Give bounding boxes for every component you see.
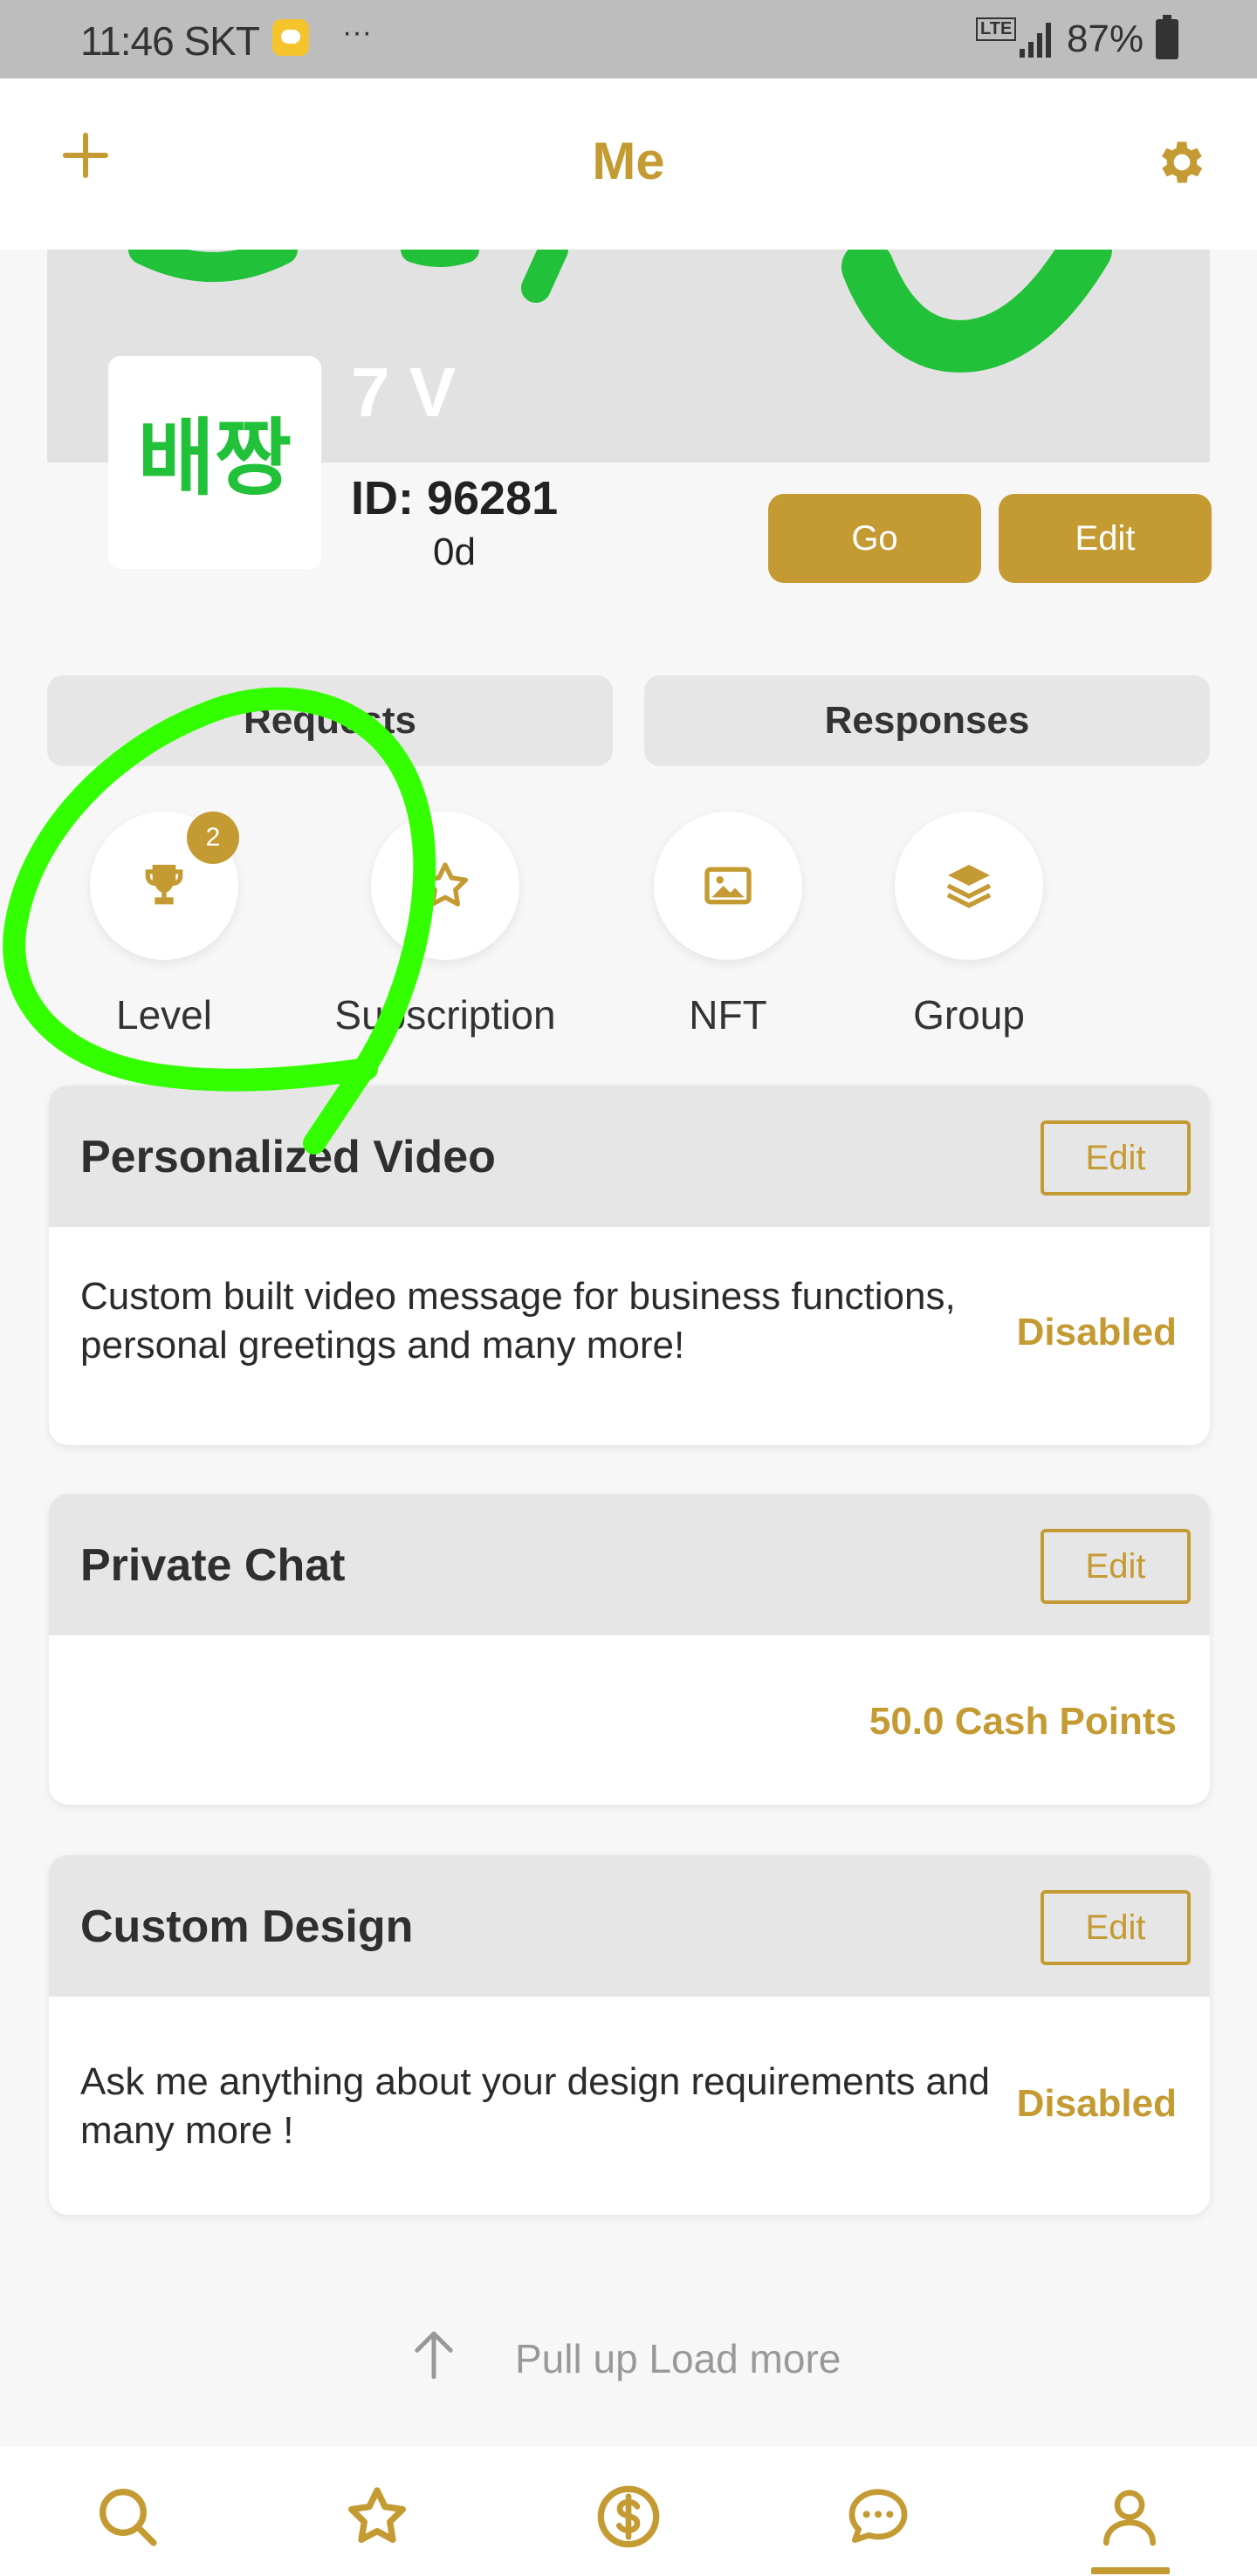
image-icon <box>704 867 752 905</box>
notification-app-icon <box>272 19 309 56</box>
tab-responses[interactable]: Responses <box>644 675 1210 766</box>
gear-icon[interactable] <box>1154 134 1210 190</box>
app-header: Me <box>0 79 1257 250</box>
star-icon <box>422 862 469 907</box>
bottom-navigation <box>0 2447 1257 2576</box>
avatar[interactable]: 배짱 <box>108 356 321 569</box>
level-badge: 2 <box>187 812 239 864</box>
dollar-icon[interactable] <box>594 2482 663 2552</box>
status-bar: 11:46 SKT ··· LTE 87% <box>0 0 1257 79</box>
card-status: Disabled <box>1016 1311 1177 1353</box>
service-card-custom-design: Custom Design Edit Ask me anything about… <box>49 1855 1210 2215</box>
more-notifications-icon: ··· <box>342 16 372 49</box>
service-card-personalized-video: Personalized Video Edit Custom built vid… <box>49 1086 1210 1445</box>
page-title: Me <box>592 132 665 190</box>
menu-item-level[interactable]: 2 Level <box>59 812 269 1047</box>
edit-service-button[interactable]: Edit <box>1041 1890 1191 1965</box>
card-description: Ask me anything about your design requir… <box>80 2060 990 2152</box>
active-tab-indicator <box>1091 2567 1170 2574</box>
menu-item-subscription[interactable]: Subscription <box>334 812 556 1047</box>
chat-icon[interactable] <box>843 2482 913 2552</box>
display-name: 7 V <box>351 353 457 431</box>
card-header: Private Chat Edit <box>49 1494 1210 1635</box>
menu-label-group: Group <box>913 992 1025 1038</box>
card-status: 50.0 Cash Points <box>869 1700 1177 1743</box>
profile-icon[interactable] <box>1095 2482 1164 2552</box>
menu-label-nft: NFT <box>689 992 767 1038</box>
card-description: Custom built video message for business … <box>80 1275 956 1367</box>
menu-item-group[interactable]: Group <box>864 812 1074 1047</box>
edit-service-button[interactable]: Edit <box>1041 1120 1191 1196</box>
load-more-text: Pull up Load more <box>515 2336 841 2381</box>
signal-icon <box>1020 23 1051 58</box>
menu-label-level: Level <box>116 992 212 1038</box>
card-header: Personalized Video Edit <box>49 1086 1210 1227</box>
network-type: LTE <box>976 17 1017 41</box>
star-icon[interactable] <box>342 2482 412 2552</box>
nft-button[interactable] <box>654 812 802 960</box>
card-status: Disabled <box>1016 2082 1177 2125</box>
battery-icon <box>1156 15 1178 59</box>
user-id: ID: 96281 <box>351 472 559 524</box>
service-card-private-chat: Private Chat Edit 50.0 Cash Points <box>49 1494 1210 1805</box>
battery-percent: 87% <box>1067 17 1144 60</box>
group-button[interactable] <box>895 812 1043 960</box>
search-icon[interactable] <box>93 2482 162 2552</box>
status-time: 11:46 SKT <box>80 18 260 64</box>
avatar-image: 배짱 <box>138 409 292 507</box>
card-title: Custom Design <box>80 1901 414 1952</box>
card-title: Private Chat <box>80 1540 346 1591</box>
menu-label-subscription: Subscription <box>334 992 556 1038</box>
subscription-button[interactable] <box>371 812 519 960</box>
load-more[interactable]: Pull up Load more <box>0 2325 1257 2394</box>
menu-item-nft[interactable]: NFT <box>623 812 833 1047</box>
edit-service-button[interactable]: Edit <box>1041 1529 1191 1604</box>
tab-requests[interactable]: Requests <box>47 675 613 766</box>
avatar-text: 배짱 <box>138 409 292 507</box>
go-button[interactable]: Go <box>768 494 981 583</box>
member-duration: 0d <box>433 531 476 573</box>
card-title: Personalized Video <box>80 1132 496 1182</box>
arrow-up-icon <box>415 2331 453 2380</box>
edit-profile-button[interactable]: Edit <box>999 494 1212 583</box>
layers-icon <box>946 865 992 908</box>
card-header: Custom Design Edit <box>49 1855 1210 1997</box>
trophy-icon <box>145 865 183 905</box>
